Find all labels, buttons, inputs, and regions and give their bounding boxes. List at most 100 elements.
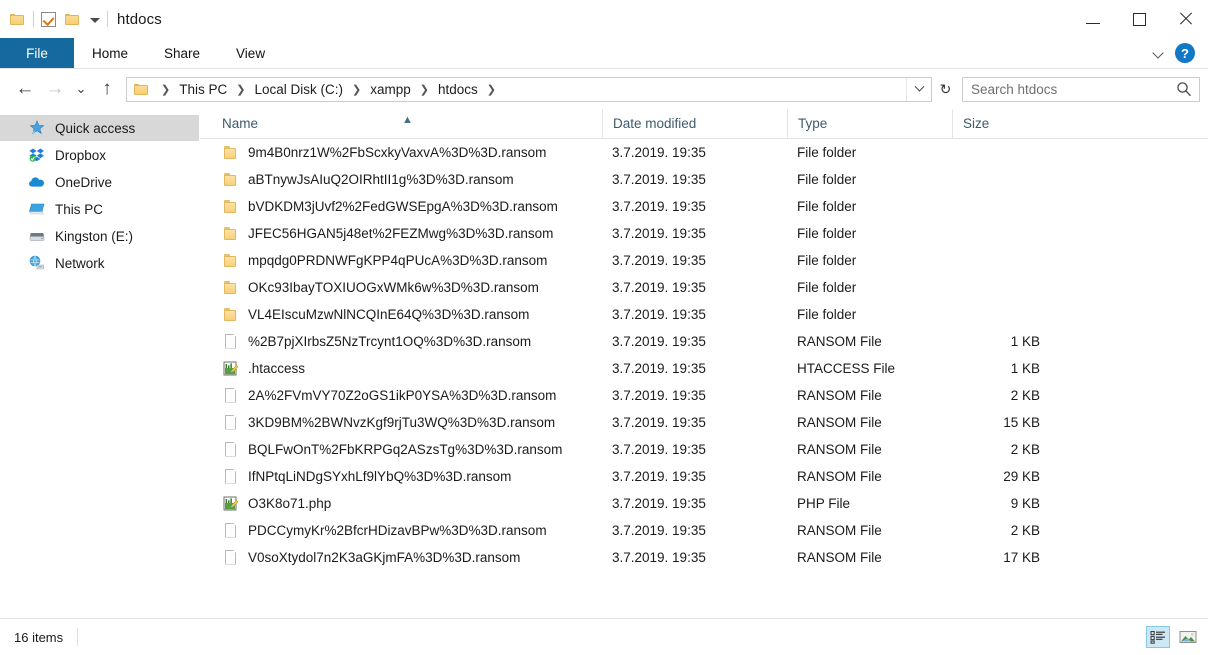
sidebar-item-quick-access[interactable]: Quick access (0, 115, 199, 141)
file-name-label: JFEC56HGAN5j48et%2FEZMwg%3D%3D.ransom (248, 226, 553, 241)
file-size-cell: 1 KB (952, 361, 1050, 376)
tab-file[interactable]: File (0, 38, 74, 68)
document-icon (222, 442, 239, 458)
file-name-cell[interactable]: .htaccess (212, 361, 602, 377)
maximize-button[interactable] (1116, 0, 1162, 38)
column-header-type-label: Type (798, 116, 827, 131)
recent-locations-button[interactable]: ⌄ (70, 74, 92, 104)
file-size-cell: 2 KB (952, 442, 1050, 457)
file-date-cell: 3.7.2019. 19:35 (602, 145, 787, 160)
new-folder-icon[interactable] (65, 13, 81, 26)
close-button[interactable] (1162, 0, 1208, 38)
breadcrumb-separator-3[interactable]: ❯ (413, 83, 436, 96)
refresh-button[interactable]: ↻ (932, 77, 959, 102)
file-name-cell[interactable]: PDCCymyKr%2BfcrHDizavBPw%3D%3D.ransom (212, 523, 602, 539)
file-name-cell[interactable]: bVDKDM3jUvf2%2FedGWSEpgA%3D%3D.ransom (212, 199, 602, 215)
file-type-cell: RANSOM File (787, 550, 952, 565)
file-type-cell: RANSOM File (787, 523, 952, 538)
table-row[interactable]: V0soXtydol7n2K3aGKjmFA%3D%3D.ransom3.7.2… (200, 544, 1208, 571)
view-buttons (1146, 619, 1200, 655)
file-name-cell[interactable]: 9m4B0nrz1W%2FbScxkyVaxvA%3D%3D.ransom (212, 145, 602, 161)
chevron-down-icon[interactable] (1154, 48, 1165, 59)
help-button[interactable]: ? (1175, 43, 1195, 63)
breadcrumb-separator-4[interactable]: ❯ (480, 83, 503, 96)
sidebar-item-kingston-e[interactable]: Kingston (E:) (0, 223, 199, 249)
properties-checkbox-icon[interactable] (41, 12, 56, 27)
search-icon[interactable] (1176, 81, 1192, 97)
column-header-name[interactable]: Name ▲ (212, 109, 602, 139)
file-name-cell[interactable]: V0soXtydol7n2K3aGKjmFA%3D%3D.ransom (212, 550, 602, 566)
search-input[interactable]: Search htdocs (962, 77, 1200, 102)
table-row[interactable]: IfNPtqLiNDgSYxhLf9lYbQ%3D%3D.ransom3.7.2… (200, 463, 1208, 490)
status-divider (77, 628, 78, 646)
file-size-label: 2 KB (962, 523, 1040, 538)
search-placeholder: Search htdocs (963, 82, 1057, 97)
document-icon (222, 334, 239, 350)
file-name-cell[interactable]: JFEC56HGAN5j48et%2FEZMwg%3D%3D.ransom (212, 226, 602, 242)
file-name-label: 3KD9BM%2BWNvzKgf9rjTu3WQ%3D%3D.ransom (248, 415, 555, 430)
table-row[interactable]: mpqdg0PRDNWFgKPP4qPUcA%3D%3D.ransom3.7.2… (200, 247, 1208, 274)
file-date-cell: 3.7.2019. 19:35 (602, 334, 787, 349)
breadcrumb-separator-2[interactable]: ❯ (345, 83, 368, 96)
file-name-cell[interactable]: O3K8o71.php (212, 496, 602, 512)
breadcrumb-item-local-disk[interactable]: Local Disk (C:) (252, 82, 345, 97)
column-header-size[interactable]: Size (952, 109, 1050, 139)
table-row[interactable]: %2B7pjXIrbsZ5NzTrcynt1OQ%3D%3D.ransom3.7… (200, 328, 1208, 355)
document-icon (222, 415, 239, 431)
file-name-cell[interactable]: OKc93IbayTOXIUOGxWMk6w%3D%3D.ransom (212, 280, 602, 296)
file-date-cell: 3.7.2019. 19:35 (602, 172, 787, 187)
sidebar-item-onedrive[interactable]: OneDrive (0, 169, 199, 195)
sidebar-item-network[interactable]: Network (0, 250, 199, 276)
file-name-cell[interactable]: BQLFwOnT%2FbKRPGq2ASzsTg%3D%3D.ransom (212, 442, 602, 458)
column-header-date-modified[interactable]: Date modified (602, 109, 787, 139)
table-row[interactable]: 9m4B0nrz1W%2FbScxkyVaxvA%3D%3D.ransom3.7… (200, 139, 1208, 166)
customize-caret-icon[interactable] (90, 18, 100, 23)
tab-home[interactable]: Home (74, 38, 146, 68)
table-row[interactable]: OKc93IbayTOXIUOGxWMk6w%3D%3D.ransom3.7.2… (200, 274, 1208, 301)
large-icons-view-button[interactable] (1176, 626, 1200, 648)
document-icon (222, 388, 239, 404)
table-row[interactable]: bVDKDM3jUvf2%2FedGWSEpgA%3D%3D.ransom3.7… (200, 193, 1208, 220)
file-name-label: BQLFwOnT%2FbKRPGq2ASzsTg%3D%3D.ransom (248, 442, 562, 457)
file-name-cell[interactable]: aBTnywJsAIuQ2OIRhtII1g%3D%3D.ransom (212, 172, 602, 188)
minimize-button[interactable] (1070, 0, 1116, 38)
title-bar: htdocs (0, 0, 1208, 38)
tab-share[interactable]: Share (146, 38, 218, 68)
file-date-cell: 3.7.2019. 19:35 (602, 361, 787, 376)
file-name-cell[interactable]: 2A%2FVmVY70Z2oGS1ikP0YSA%3D%3D.ransom (212, 388, 602, 404)
breadcrumb-separator-1[interactable]: ❯ (229, 83, 252, 96)
file-size-cell: 1 KB (952, 334, 1050, 349)
file-name-cell[interactable]: 3KD9BM%2BWNvzKgf9rjTu3WQ%3D%3D.ransom (212, 415, 602, 431)
table-row[interactable]: JFEC56HGAN5j48et%2FEZMwg%3D%3D.ransom3.7… (200, 220, 1208, 247)
details-view-button[interactable] (1146, 626, 1170, 648)
tab-view[interactable]: View (218, 38, 283, 68)
breadcrumb-separator-0[interactable]: ❯ (154, 83, 177, 96)
up-button[interactable]: ↑ (92, 74, 122, 104)
file-name-cell[interactable]: VL4EIscuMzwNlNCQInE64Q%3D%3D.ransom (212, 307, 602, 323)
table-row[interactable]: aBTnywJsAIuQ2OIRhtII1g%3D%3D.ransom3.7.2… (200, 166, 1208, 193)
navigation-pane: Quick access Dropbox (0, 109, 200, 618)
breadcrumb-bar[interactable]: ❯ This PC ❯ Local Disk (C:) ❯ xampp ❯ ht… (126, 77, 932, 102)
file-name-cell[interactable]: %2B7pjXIrbsZ5NzTrcynt1OQ%3D%3D.ransom (212, 334, 602, 350)
back-button[interactable]: ← (10, 74, 40, 104)
sidebar-item-this-pc[interactable]: This PC (0, 196, 199, 222)
table-row[interactable]: PDCCymyKr%2BfcrHDizavBPw%3D%3D.ransom3.7… (200, 517, 1208, 544)
table-row[interactable]: 3KD9BM%2BWNvzKgf9rjTu3WQ%3D%3D.ransom3.7… (200, 409, 1208, 436)
folder-icon[interactable] (10, 13, 26, 26)
table-row[interactable]: VL4EIscuMzwNlNCQInE64Q%3D%3D.ransom3.7.2… (200, 301, 1208, 328)
breadcrumb-folder-icon[interactable] (134, 83, 150, 96)
sort-ascending-icon: ▲ (402, 114, 413, 126)
table-row[interactable]: 2A%2FVmVY70Z2oGS1ikP0YSA%3D%3D.ransom3.7… (200, 382, 1208, 409)
sidebar-item-dropbox[interactable]: Dropbox (0, 142, 199, 168)
file-type-cell: File folder (787, 226, 952, 241)
table-row[interactable]: BQLFwOnT%2FbKRPGq2ASzsTg%3D%3D.ransom3.7… (200, 436, 1208, 463)
address-dropdown-icon[interactable] (906, 78, 931, 101)
breadcrumb-item-this-pc[interactable]: This PC (177, 82, 229, 97)
file-name-cell[interactable]: IfNPtqLiNDgSYxhLf9lYbQ%3D%3D.ransom (212, 469, 602, 485)
file-name-cell[interactable]: mpqdg0PRDNWFgKPP4qPUcA%3D%3D.ransom (212, 253, 602, 269)
column-header-type[interactable]: Type (787, 109, 952, 139)
breadcrumb-item-htdocs[interactable]: htdocs (436, 82, 480, 97)
table-row[interactable]: O3K8o71.php3.7.2019. 19:35PHP File9 KB (200, 490, 1208, 517)
table-row[interactable]: .htaccess3.7.2019. 19:35HTACCESS File1 K… (200, 355, 1208, 382)
breadcrumb-item-xampp[interactable]: xampp (368, 82, 413, 97)
